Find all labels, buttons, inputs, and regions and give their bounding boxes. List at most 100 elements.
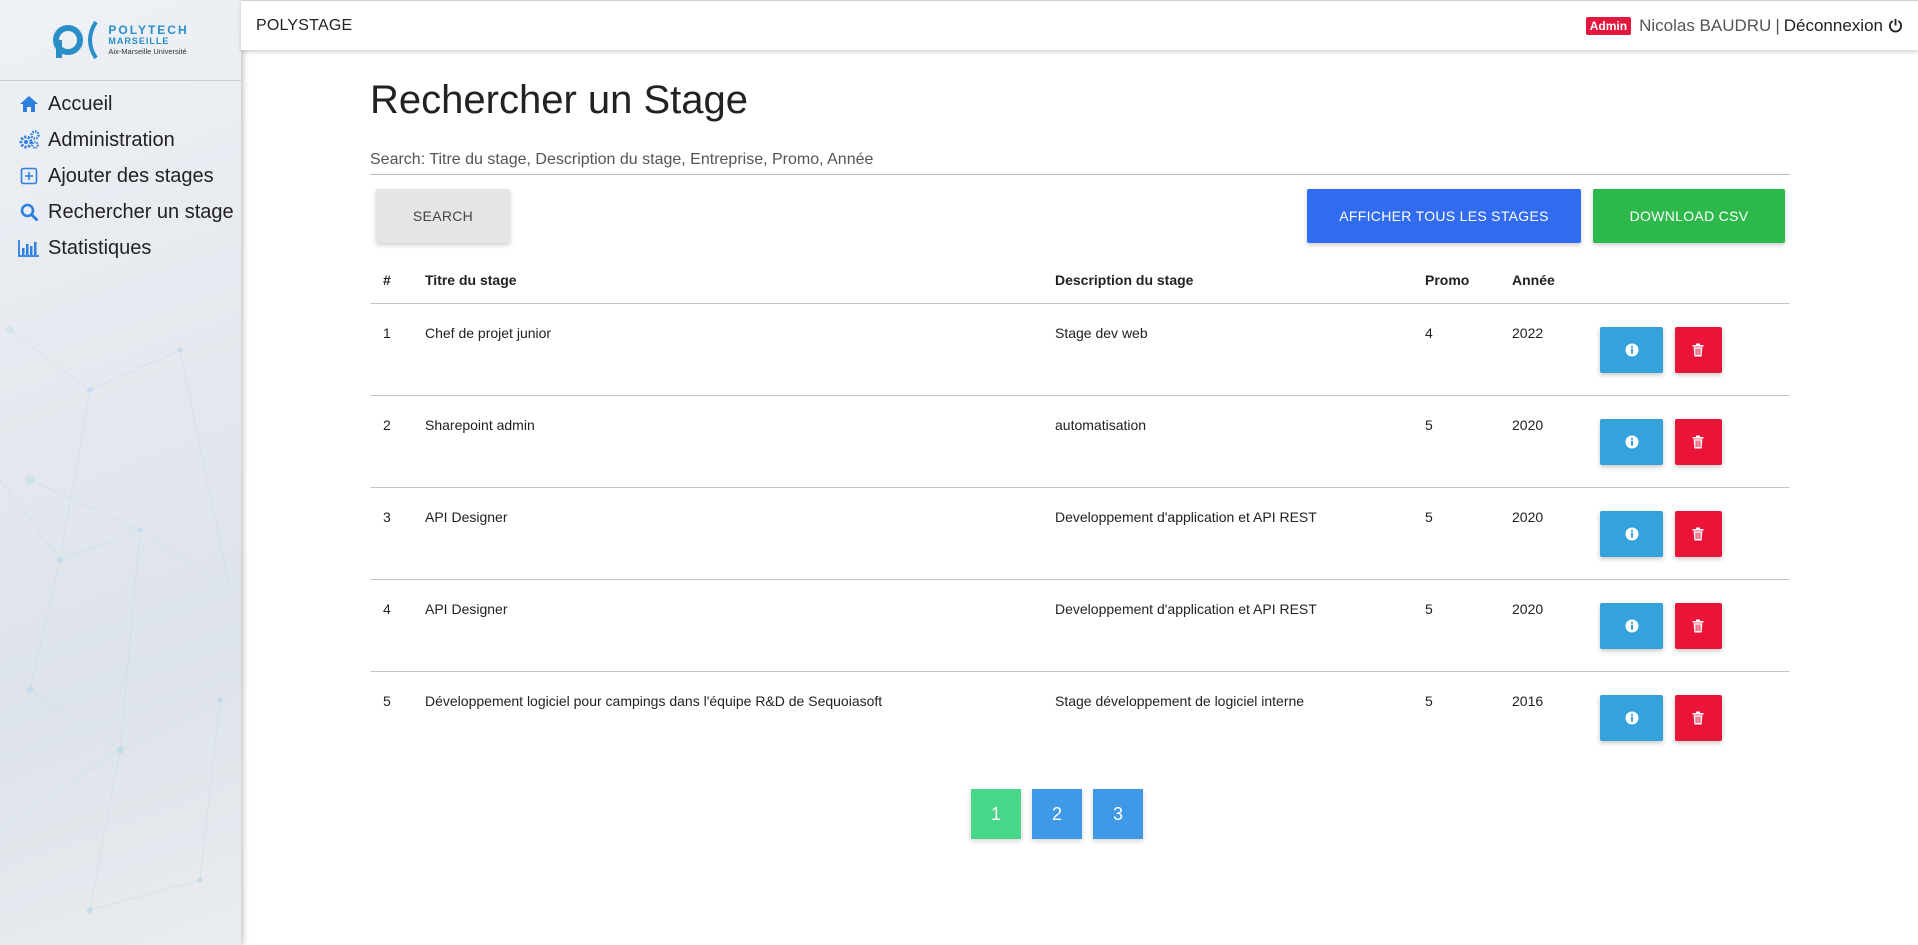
column-header-title[interactable]: Titre du stage — [412, 257, 1042, 304]
table-row: 1 Chef de projet junior Stage dev web 4 … — [370, 303, 1790, 396]
info-icon — [1625, 619, 1638, 632]
logout-label: Déconnexion — [1783, 15, 1883, 35]
table-row: 3 API Designer Developpement d'applicati… — [370, 487, 1790, 580]
trash-icon — [1692, 711, 1704, 724]
row-description: Developpement d'application et API REST — [1042, 487, 1412, 580]
plus-square-icon — [18, 166, 40, 186]
table-row: 2 Sharepoint admin automatisation 5 2020 — [370, 395, 1790, 488]
info-icon — [1625, 343, 1638, 356]
sidebar-item-label: Administration — [48, 128, 175, 151]
column-header-description[interactable]: Description du stage — [1042, 257, 1412, 304]
row-year: 2022 — [1499, 303, 1587, 396]
table-header-row: # Titre du stage Description du stage Pr… — [370, 257, 1790, 304]
row-promo: 4 — [1412, 303, 1499, 396]
polytech-logo: POLYTECH MARSEILLE Aix-Marseille Univers… — [52, 18, 188, 62]
column-header-promo[interactable]: Promo — [1412, 257, 1499, 304]
logo-line-1: POLYTECH — [108, 23, 189, 38]
delete-button[interactable] — [1674, 510, 1722, 557]
row-actions — [1587, 579, 1790, 672]
row-year: 2020 — [1499, 487, 1587, 580]
network-background-decoration — [0, 326, 231, 913]
page-button-2[interactable]: 2 — [1032, 789, 1082, 839]
download-csv-button[interactable]: DOWNLOAD CSV — [1593, 189, 1785, 243]
sidebar-item-statistiques[interactable]: Statistiques — [0, 230, 241, 266]
page-button-3[interactable]: 3 — [1093, 789, 1143, 839]
search-button[interactable]: SEARCH — [376, 189, 510, 243]
header-separator: | — [1775, 15, 1780, 35]
delete-button[interactable] — [1674, 418, 1722, 465]
row-actions — [1587, 671, 1790, 763]
sidebar: POLYTECH MARSEILLE Aix-Marseille Univers… — [0, 0, 241, 945]
page-title: Rechercher un Stage — [370, 78, 749, 122]
row-number: 2 — [370, 395, 412, 488]
row-number: 4 — [370, 579, 412, 672]
user-area: Admin Nicolas BAUDRU | Déconnexion — [1585, 15, 1903, 36]
table-row: 5 Développement logiciel pour campings d… — [370, 671, 1790, 763]
role-badge: Admin — [1585, 16, 1632, 35]
info-button[interactable] — [1600, 326, 1663, 373]
trash-icon — [1692, 619, 1704, 632]
delete-button[interactable] — [1674, 694, 1722, 741]
sidebar-item-label: Rechercher un stage — [48, 200, 234, 223]
power-icon — [1888, 18, 1903, 33]
user-name: Nicolas BAUDRU — [1639, 15, 1772, 35]
row-title: API Designer — [412, 487, 1042, 580]
row-actions — [1587, 487, 1790, 580]
logo-area[interactable]: POLYTECH MARSEILLE Aix-Marseille Univers… — [0, 0, 241, 81]
row-title: Développement logiciel pour campings dan… — [425, 692, 883, 709]
info-button[interactable] — [1600, 602, 1663, 649]
trash-icon — [1692, 527, 1704, 540]
gears-icon — [18, 130, 40, 150]
row-number: 3 — [370, 487, 412, 580]
column-header-actions — [1587, 257, 1790, 304]
sidebar-item-label: Ajouter des stages — [48, 164, 214, 187]
row-promo: 5 — [1412, 395, 1499, 488]
logo-line-3: Aix-Marseille Université — [108, 47, 187, 57]
info-button[interactable] — [1600, 510, 1663, 557]
row-actions — [1587, 395, 1790, 488]
row-promo: 5 — [1412, 487, 1499, 580]
column-header-number[interactable]: # — [370, 257, 412, 304]
home-icon — [18, 94, 40, 114]
trash-icon — [1692, 343, 1704, 356]
row-promo: 5 — [1412, 579, 1499, 672]
stages-table: # Titre du stage Description du stage Pr… — [370, 257, 1790, 763]
row-title: API Designer — [412, 579, 1042, 672]
row-year: 2020 — [1499, 395, 1587, 488]
delete-button[interactable] — [1674, 326, 1722, 373]
row-description: Stage développement de logiciel interne — [1055, 692, 1305, 709]
sidebar-nav: Accueil Administration Ajouter des stage… — [0, 86, 241, 266]
sidebar-item-ajouter-des-stages[interactable]: Ajouter des stages — [0, 158, 241, 194]
column-header-year[interactable]: Année — [1499, 257, 1587, 304]
sidebar-item-rechercher-un-stage[interactable]: Rechercher un stage — [0, 194, 241, 230]
row-year: 2016 — [1512, 692, 1544, 709]
delete-button[interactable] — [1674, 602, 1722, 649]
action-bar: SEARCH AFFICHER TOUS LES STAGES DOWNLOAD… — [370, 189, 1790, 245]
main-content: Rechercher un Stage SEARCH AFFICHER TOUS… — [370, 50, 1790, 839]
row-year: 2020 — [1499, 579, 1587, 672]
info-icon — [1625, 527, 1638, 540]
info-button[interactable] — [1600, 694, 1663, 741]
trash-icon — [1692, 435, 1704, 448]
bar-chart-icon — [18, 238, 40, 258]
row-description: Stage dev web — [1042, 303, 1412, 396]
sidebar-item-label: Accueil — [48, 92, 113, 115]
sidebar-item-accueil[interactable]: Accueil — [0, 86, 241, 122]
logout-link[interactable]: Déconnexion — [1784, 16, 1903, 36]
show-all-stages-button[interactable]: AFFICHER TOUS LES STAGES — [1307, 189, 1581, 243]
search-input[interactable] — [370, 149, 1790, 175]
row-title: Sharepoint admin — [412, 395, 1042, 488]
polytech-logo-mark-icon — [53, 20, 99, 60]
pagination: 1 2 3 — [370, 789, 1790, 839]
info-icon — [1625, 711, 1638, 724]
logo-line-2: MARSEILLE — [108, 36, 170, 47]
row-description: Developpement d'application et API REST — [1042, 579, 1412, 672]
sidebar-item-administration[interactable]: Administration — [0, 122, 241, 158]
app-brand[interactable]: POLYSTAGE — [256, 17, 352, 35]
info-button[interactable] — [1600, 418, 1663, 465]
sidebar-item-label: Statistiques — [48, 236, 152, 259]
row-title: Chef de projet junior — [412, 303, 1042, 396]
info-icon — [1625, 435, 1638, 448]
page-button-1[interactable]: 1 — [971, 789, 1021, 839]
row-actions — [1587, 303, 1790, 396]
